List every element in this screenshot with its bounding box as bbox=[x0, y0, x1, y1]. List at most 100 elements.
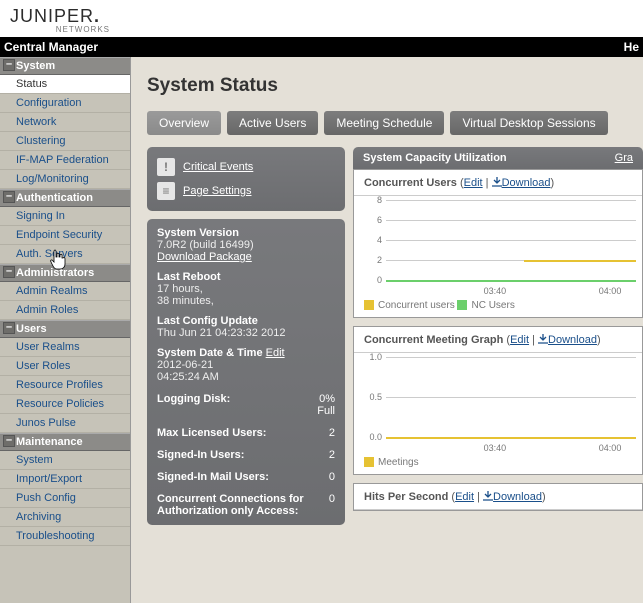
capacity-graph-link[interactable]: Gra bbox=[615, 152, 633, 164]
logging-disk-full: Full bbox=[317, 405, 335, 417]
chart-legend: Meetings bbox=[354, 455, 642, 474]
chart-title: Concurrent Users bbox=[364, 177, 457, 189]
metric-label: Concurrent Connections for Authorization… bbox=[157, 493, 307, 517]
nav-item-signing-in[interactable]: Signing In bbox=[0, 207, 130, 226]
metric-value: 2 bbox=[329, 449, 335, 461]
nav-section-administrators[interactable]: Administrators bbox=[0, 264, 130, 282]
logging-disk-label: Logging Disk: bbox=[157, 393, 230, 417]
critical-events-icon: ! bbox=[157, 158, 175, 176]
top-bar-right[interactable]: He bbox=[624, 40, 639, 54]
tabs: OverviewActive UsersMeeting ScheduleVirt… bbox=[147, 111, 643, 135]
brand-name: JUNIPER bbox=[10, 6, 94, 26]
y-tick: 1.0 bbox=[360, 352, 382, 362]
last-config-value: Thu Jun 21 04:23:32 2012 bbox=[157, 327, 335, 339]
tab-active-users[interactable]: Active Users bbox=[227, 111, 318, 135]
legend-label: Concurrent users bbox=[378, 300, 457, 311]
download-package-link[interactable]: Download Package bbox=[157, 251, 252, 263]
legend-label: NC Users bbox=[471, 300, 514, 311]
chart-download-link[interactable]: Download bbox=[493, 491, 542, 503]
nav-item-user-realms[interactable]: User Realms bbox=[0, 338, 130, 357]
metric-value: 2 bbox=[329, 427, 335, 439]
tab-overview[interactable]: Overview bbox=[147, 111, 221, 135]
header: JUNIPER. NETWORKS bbox=[0, 0, 643, 37]
system-time: 04:25:24 AM bbox=[157, 371, 335, 383]
nav-item-archiving[interactable]: Archiving bbox=[0, 508, 130, 527]
system-summary-card: System Version 7.0R2 (build 16499) Downl… bbox=[147, 219, 345, 525]
y-tick: 8 bbox=[360, 195, 382, 205]
chart-header: Concurrent Meeting Graph (Edit | Downloa… bbox=[354, 327, 642, 353]
metric-label: Signed-In Users: bbox=[157, 449, 244, 461]
nav-item-junos-pulse[interactable]: Junos Pulse bbox=[0, 414, 130, 433]
x-tick: 03:40 bbox=[484, 286, 507, 296]
chart-edit-link[interactable]: Edit bbox=[464, 177, 483, 189]
system-date-edit-link[interactable]: Edit bbox=[266, 347, 285, 359]
nav-item-if-map-federation[interactable]: IF-MAP Federation bbox=[0, 151, 130, 170]
chart-hits-per-second: Hits Per Second (Edit | Download) bbox=[353, 483, 643, 511]
nav-item-status[interactable]: Status bbox=[0, 75, 130, 94]
nav-item-clustering[interactable]: Clustering bbox=[0, 132, 130, 151]
nav-section-authentication[interactable]: Authentication bbox=[0, 189, 130, 207]
tab-meeting-schedule[interactable]: Meeting Schedule bbox=[324, 111, 444, 135]
quick-links-card: ! Critical Events ≡ Page Settings bbox=[147, 147, 345, 211]
nav-section-maintenance[interactable]: Maintenance bbox=[0, 433, 130, 451]
last-reboot-label: Last Reboot bbox=[157, 271, 335, 283]
capacity-panel-header: System Capacity Utilization Gra bbox=[353, 147, 643, 169]
capacity-panel-title: System Capacity Utilization bbox=[363, 152, 507, 164]
x-tick: 03:40 bbox=[484, 443, 507, 453]
chart-download-link[interactable]: Download bbox=[548, 334, 597, 346]
link-page-settings[interactable]: Page Settings bbox=[183, 185, 252, 197]
nav-item-network[interactable]: Network bbox=[0, 113, 130, 132]
system-date: 2012-06-21 bbox=[157, 359, 335, 371]
nav-item-auth-servers[interactable]: Auth. Servers bbox=[0, 245, 130, 264]
metric-row: Max Licensed Users: 2 bbox=[157, 427, 335, 439]
nav-item-endpoint-security[interactable]: Endpoint Security bbox=[0, 226, 130, 245]
link-critical-events[interactable]: Critical Events bbox=[183, 161, 253, 173]
chart-concurrent-users: Concurrent Users (Edit | Download)864200… bbox=[353, 169, 643, 318]
nav-item-resource-policies[interactable]: Resource Policies bbox=[0, 395, 130, 414]
metric-label: Signed-In Mail Users: bbox=[157, 471, 269, 483]
nav-item-system[interactable]: System bbox=[0, 451, 130, 470]
legend-label: Meetings bbox=[378, 457, 419, 468]
chart-header: Concurrent Users (Edit | Download) bbox=[354, 170, 642, 196]
nav-item-user-roles[interactable]: User Roles bbox=[0, 357, 130, 376]
chart-body: 1.00.50.003:4004:00 bbox=[354, 353, 642, 455]
system-version-label: System Version bbox=[157, 227, 335, 239]
left-column: ! Critical Events ≡ Page Settings System Ve… bbox=[147, 147, 345, 533]
y-tick: 2 bbox=[360, 255, 382, 265]
chart-edit-link[interactable]: Edit bbox=[510, 334, 529, 346]
chart-header: Hits Per Second (Edit | Download) bbox=[354, 484, 642, 510]
metric-row: Signed-In Users: 2 bbox=[157, 449, 335, 461]
nav-item-import-export[interactable]: Import/Export bbox=[0, 470, 130, 489]
download-icon bbox=[538, 334, 548, 344]
chart-concurrent-meeting-graph: Concurrent Meeting Graph (Edit | Downloa… bbox=[353, 326, 643, 475]
last-config-label: Last Config Update bbox=[157, 315, 335, 327]
nav-item-troubleshooting[interactable]: Troubleshooting bbox=[0, 527, 130, 546]
y-tick: 0 bbox=[360, 275, 382, 285]
legend-swatch bbox=[457, 300, 467, 310]
nav-section-system[interactable]: System bbox=[0, 57, 130, 75]
y-tick: 6 bbox=[360, 215, 382, 225]
logging-disk-pct: 0% bbox=[319, 393, 335, 405]
nav-item-resource-profiles[interactable]: Resource Profiles bbox=[0, 376, 130, 395]
page-title: System Status bbox=[147, 75, 643, 97]
chart-download-link[interactable]: Download bbox=[502, 177, 551, 189]
nav-section-users[interactable]: Users bbox=[0, 320, 130, 338]
nav-item-admin-roles[interactable]: Admin Roles bbox=[0, 301, 130, 320]
metric-label: Max Licensed Users: bbox=[157, 427, 266, 439]
content: System Status OverviewActive UsersMeetin… bbox=[131, 57, 643, 603]
brand-logo: JUNIPER. bbox=[10, 6, 110, 27]
y-tick: 0.5 bbox=[360, 392, 382, 402]
page-settings-icon: ≡ bbox=[157, 182, 175, 200]
nav-item-log-monitoring[interactable]: Log/Monitoring bbox=[0, 170, 130, 189]
system-version: 7.0R2 (build 16499) bbox=[157, 239, 335, 251]
download-icon bbox=[492, 177, 502, 187]
nav-item-configuration[interactable]: Configuration bbox=[0, 94, 130, 113]
legend-swatch bbox=[364, 300, 374, 310]
nav-item-admin-realms[interactable]: Admin Realms bbox=[0, 282, 130, 301]
nav-item-push-config[interactable]: Push Config bbox=[0, 489, 130, 508]
tab-virtual-desktop-sessions[interactable]: Virtual Desktop Sessions bbox=[450, 111, 607, 135]
top-bar: Central Manager He bbox=[0, 37, 643, 57]
chart-edit-link[interactable]: Edit bbox=[455, 491, 474, 503]
sidebar: SystemStatusConfigurationNetworkClusteri… bbox=[0, 57, 131, 603]
system-date-time-label: System Date & Time Edit bbox=[157, 347, 335, 359]
